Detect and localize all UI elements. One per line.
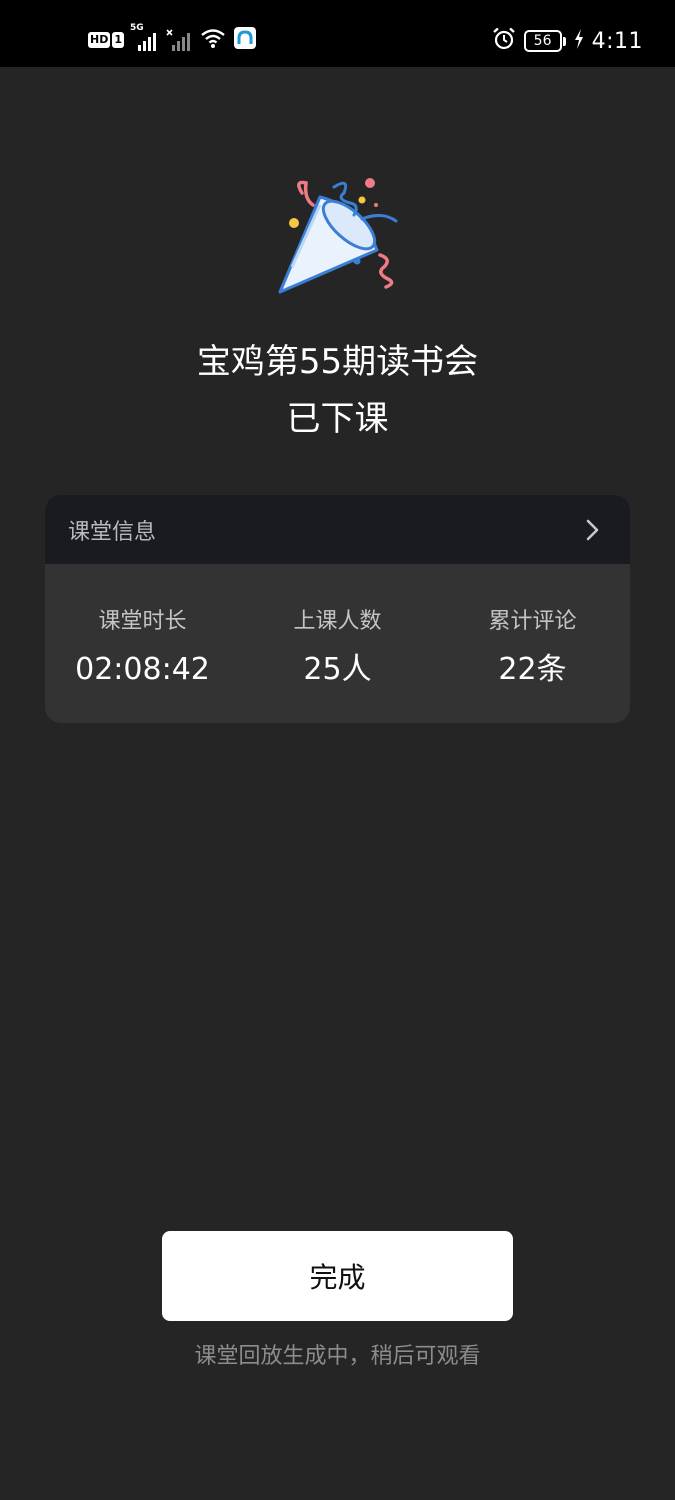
stat-label: 上课人数 bbox=[293, 609, 382, 634]
hd-label: HD bbox=[88, 32, 111, 48]
stat-attendees: 上课人数 25人 bbox=[240, 564, 435, 723]
replay-note: 课堂回放生成中，稍后可观看 bbox=[194, 1344, 481, 1369]
hd-icon: HD 1 bbox=[88, 32, 124, 48]
battery-icon: 56 bbox=[523, 30, 566, 52]
class-info-card: 课堂信息 课堂时长 02:08:42 上课人数 25人 累计评论 22条 bbox=[45, 495, 630, 723]
status-time: 4:11 bbox=[591, 28, 643, 54]
class-info-label: 课堂信息 bbox=[68, 519, 157, 545]
stat-value: 25人 bbox=[303, 652, 372, 687]
alarm-icon bbox=[492, 27, 516, 55]
status-bar: HD 1 5G 56 4:11 bbox=[0, 0, 675, 67]
stat-label: 累计评论 bbox=[488, 609, 577, 634]
battery-level: 56 bbox=[523, 30, 562, 52]
chevron-right-icon bbox=[586, 519, 599, 540]
class-info-header[interactable]: 课堂信息 bbox=[45, 495, 630, 564]
party-popper-icon bbox=[272, 175, 402, 300]
app-notification-icon bbox=[234, 27, 256, 53]
stat-duration: 课堂时长 02:08:42 bbox=[45, 564, 240, 723]
stat-comments: 累计评论 22条 bbox=[435, 564, 630, 723]
stat-label: 课堂时长 bbox=[98, 609, 187, 634]
network-label: 5G bbox=[130, 23, 144, 33]
stat-value: 22条 bbox=[498, 652, 567, 687]
class-status: 已下课 bbox=[286, 399, 389, 439]
wifi-icon bbox=[200, 27, 226, 53]
sim-label: 1 bbox=[112, 32, 124, 48]
signal-5g-icon: 5G bbox=[130, 23, 158, 51]
signal-no-service-icon bbox=[166, 29, 192, 51]
status-right-icons: 56 4:11 bbox=[492, 26, 643, 56]
status-left-icons: HD 1 5G bbox=[88, 23, 256, 54]
charging-icon bbox=[574, 29, 584, 53]
done-button[interactable]: 完成 bbox=[162, 1231, 513, 1321]
stat-value: 02:08:42 bbox=[75, 652, 210, 687]
page-title: 宝鸡第55期读书会 bbox=[196, 342, 479, 382]
class-stats: 课堂时长 02:08:42 上课人数 25人 累计评论 22条 bbox=[45, 564, 630, 723]
